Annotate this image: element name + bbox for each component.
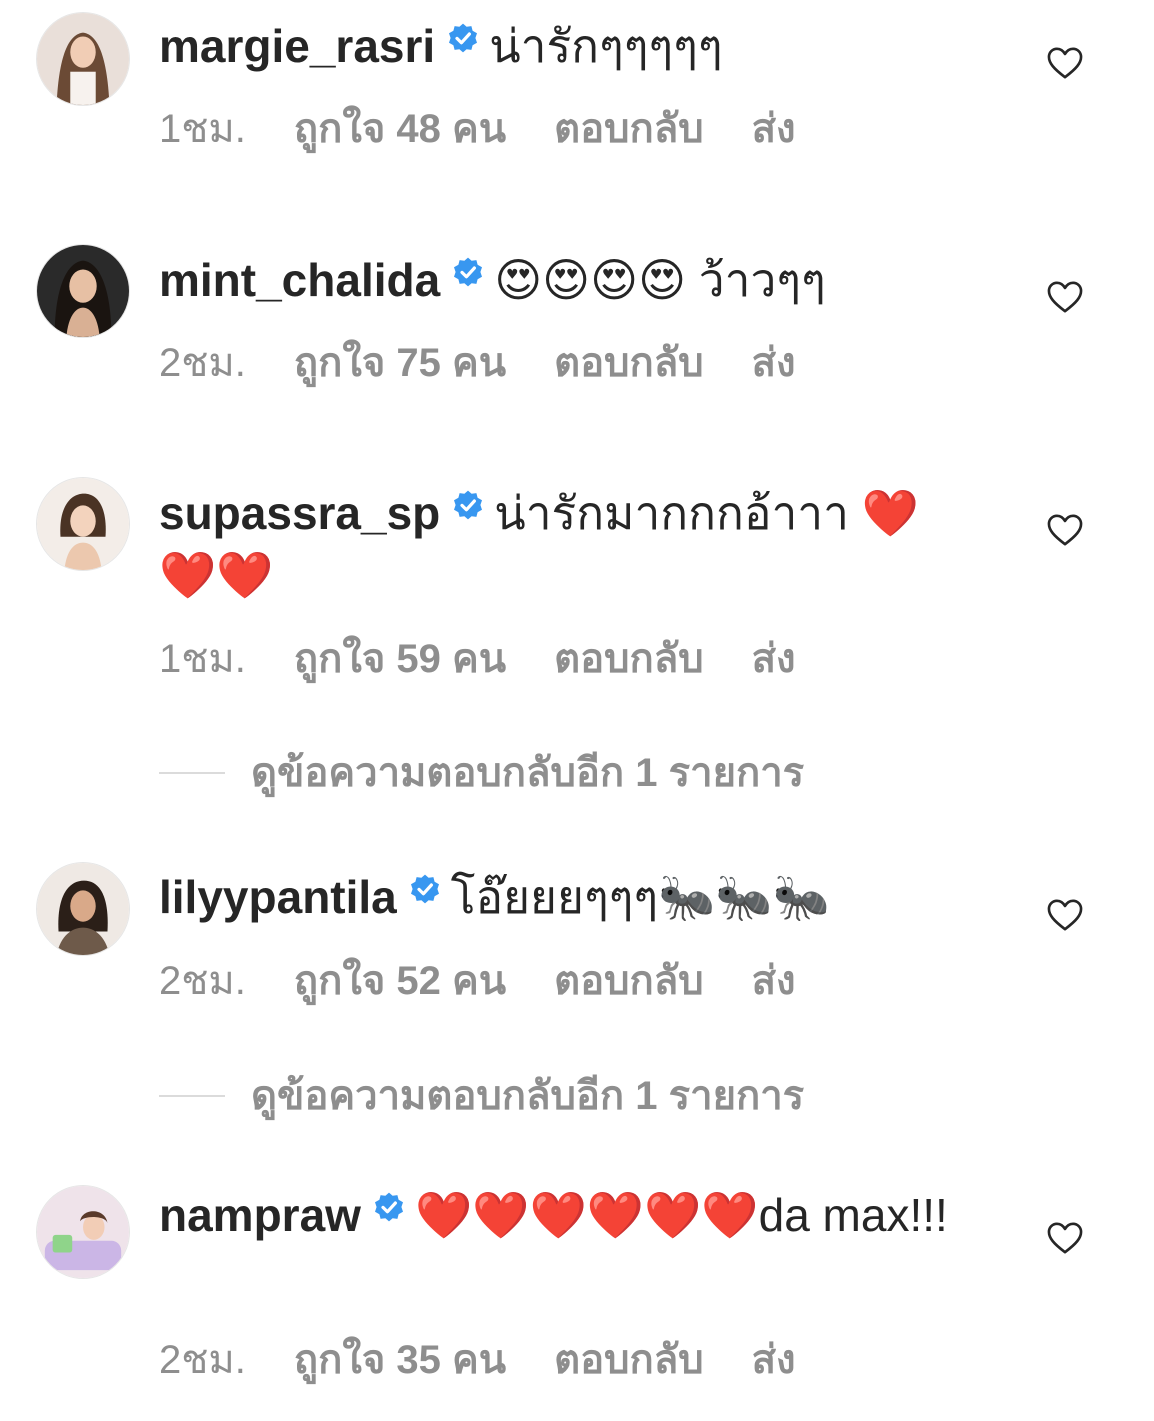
send-button[interactable]: ส่ง: [752, 104, 796, 154]
comment-body: lilyypantila โอ๊ยยยๆๆๆ🐜🐜🐜: [159, 866, 959, 928]
likes-count[interactable]: ถูกใจ 35 คน: [294, 1335, 506, 1385]
comment-meta: 2ชม. ถูกใจ 75 คน ตอบกลับ ส่ง: [159, 338, 844, 388]
comment-body: mint_chalida 😍😍😍😍 ว้าวๆๆ: [159, 249, 959, 311]
avatar[interactable]: [36, 12, 130, 106]
replies-divider: [159, 1095, 225, 1097]
avatar-image: [37, 245, 129, 337]
heart-outline-icon[interactable]: [1046, 280, 1084, 314]
comment-time: 2ชม.: [159, 1338, 246, 1382]
avatar-image: [37, 478, 129, 570]
view-replies-label: ดูข้อความตอบกลับอีก 1 รายการ: [251, 751, 805, 795]
comment-time: 2ชม.: [159, 959, 246, 1003]
avatar-image: [37, 863, 129, 955]
comment-body: supassra_sp น่ารักมากกกอ้าาา ❤️❤️❤️: [159, 482, 959, 606]
reply-button[interactable]: ตอบกลับ: [554, 338, 704, 388]
verified-badge-icon: [373, 1191, 405, 1223]
username[interactable]: margie_rasri: [159, 20, 435, 72]
verified-badge-icon: [447, 22, 479, 54]
comment-text: 😍😍😍😍 ว้าวๆๆ: [494, 254, 826, 306]
likes-count[interactable]: ถูกใจ 52 คน: [294, 956, 506, 1006]
reply-button[interactable]: ตอบกลับ: [554, 956, 704, 1006]
view-replies-button[interactable]: ดูข้อความตอบกลับอีก 1 รายการ: [159, 748, 804, 798]
avatar[interactable]: [36, 477, 130, 571]
avatar-image: [37, 13, 129, 105]
heart-outline-icon[interactable]: [1046, 898, 1084, 932]
verified-badge-icon: [452, 256, 484, 288]
send-button[interactable]: ส่ง: [752, 956, 796, 1006]
comment-text: น่ารักๆๆๆๆๆ: [489, 20, 723, 72]
send-button[interactable]: ส่ง: [752, 1335, 796, 1385]
comment-time: 1ชม.: [159, 637, 246, 681]
username[interactable]: lilyypantila: [159, 871, 397, 923]
replies-divider: [159, 772, 225, 774]
comment-meta: 2ชม. ถูกใจ 35 คน ตอบกลับ ส่ง: [159, 1335, 844, 1385]
comment-meta: 1ชม. ถูกใจ 59 คน ตอบกลับ ส่ง: [159, 634, 844, 684]
heart-outline-icon[interactable]: [1046, 1221, 1084, 1255]
send-button[interactable]: ส่ง: [752, 634, 796, 684]
send-button[interactable]: ส่ง: [752, 338, 796, 388]
view-replies-label: ดูข้อความตอบกลับอีก 1 รายการ: [251, 1074, 805, 1118]
username[interactable]: mint_chalida: [159, 254, 440, 306]
verified-badge-icon: [452, 489, 484, 521]
reply-button[interactable]: ตอบกลับ: [554, 1335, 704, 1385]
comment-time: 2ชม.: [159, 341, 246, 385]
username[interactable]: supassra_sp: [159, 487, 440, 539]
comment-text: ❤️❤️❤️❤️❤️❤️da max!!!: [414, 1189, 948, 1241]
likes-count[interactable]: ถูกใจ 59 คน: [294, 634, 506, 684]
avatar[interactable]: [36, 862, 130, 956]
likes-count[interactable]: ถูกใจ 75 คน: [294, 338, 506, 388]
avatar-image: [37, 1186, 129, 1278]
comment-time: 1ชม.: [159, 107, 246, 151]
comment-body: margie_rasri น่ารักๆๆๆๆๆ: [159, 15, 959, 77]
verified-badge-icon: [409, 873, 441, 905]
avatar[interactable]: [36, 244, 130, 338]
reply-button[interactable]: ตอบกลับ: [554, 104, 704, 154]
reply-button[interactable]: ตอบกลับ: [554, 634, 704, 684]
heart-outline-icon[interactable]: [1046, 513, 1084, 547]
avatar[interactable]: [36, 1185, 130, 1279]
comment-meta: 1ชม. ถูกใจ 48 คน ตอบกลับ ส่ง: [159, 104, 844, 154]
heart-outline-icon[interactable]: [1046, 46, 1084, 80]
comment-meta: 2ชม. ถูกใจ 52 คน ตอบกลับ ส่ง: [159, 956, 844, 1006]
view-replies-button[interactable]: ดูข้อความตอบกลับอีก 1 รายการ: [159, 1071, 804, 1121]
comment-body: nampraw ❤️❤️❤️❤️❤️❤️da max!!!: [159, 1184, 959, 1246]
username[interactable]: nampraw: [159, 1189, 361, 1241]
comment-text: โอ๊ยยยๆๆๆ🐜🐜🐜: [450, 871, 830, 923]
likes-count[interactable]: ถูกใจ 48 คน: [294, 104, 506, 154]
